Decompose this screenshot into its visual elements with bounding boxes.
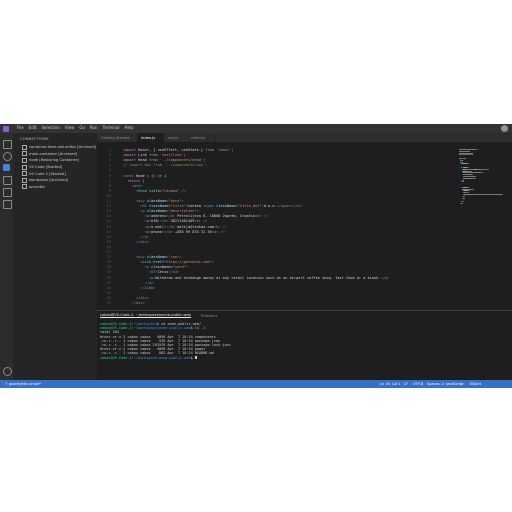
editor-tab[interactable]: rhtml.js [187, 133, 216, 142]
extensions-icon[interactable] [3, 200, 12, 209]
menu-item[interactable]: Edit [29, 125, 37, 130]
menu-item[interactable]: Go [79, 125, 85, 130]
explorer-icon[interactable] [3, 140, 12, 149]
activity-bar [0, 133, 13, 380]
code-text: </div> [123, 300, 145, 306]
menu-item[interactable]: Help [125, 125, 134, 130]
search-icon[interactable] [3, 152, 12, 161]
bottom-panel: cabox@VS-Code-2: ~/workspace/acme-public… [97, 310, 512, 381]
minimap-mark [459, 154, 473, 156]
prompt-user: cabox@VS-Code-2 [100, 355, 132, 360]
ide-window: File Edit Selection View Go Run Terminal Help C… [0, 124, 512, 388]
minimap-mark [481, 172, 483, 174]
user-avatar[interactable] [501, 125, 508, 132]
code-editor[interactable]: 1 import React, { useEffect, useState } f… [97, 147, 459, 308]
menu-item[interactable]: View [65, 125, 75, 130]
tab-terminal[interactable]: cabox@VS-Code-2: ~/workspace/acme-public… [100, 313, 191, 318]
connection-item[interactable]: › node [Restoring Container] [18, 157, 96, 164]
prompt-path: ~/workspace/acme-public-web [133, 326, 191, 331]
line-ending[interactable]: LF [404, 380, 408, 388]
editor-tab[interactable]: Getting Started [97, 133, 138, 142]
tab-problems[interactable]: Problems [201, 314, 218, 318]
container-icon [22, 184, 27, 190]
terminal-cursor [194, 355, 197, 360]
connection-label: VS Code [Started] [29, 165, 63, 170]
indentation[interactable]: Spaces: 2 [427, 380, 444, 388]
container-icon [22, 151, 27, 157]
connection-item[interactable]: › main-container [Archived] [18, 151, 96, 158]
eslint-status[interactable]: ESLint [470, 380, 481, 388]
terminal-output[interactable]: cabox@VS-Code-2:~/workspace$ cd acme-pub… [100, 322, 231, 360]
connections-sidebar: CONNECTIONS › container-from-vsb-editor [… [13, 133, 97, 380]
sidebar-title: CONNECTIONS [20, 137, 49, 141]
editor-tabs: Getting Started index.js red.js rhtml.js [97, 133, 512, 142]
app-logo-icon [3, 125, 9, 132]
connection-label: VS Code 2 [Started] [29, 171, 66, 176]
connection-label: wordpress [Archived] [29, 178, 69, 183]
editor-tab[interactable]: index.js [137, 133, 165, 142]
connection-item[interactable]: › wordpress [Archived] [18, 177, 96, 184]
container-icon [22, 177, 27, 183]
connection-label: container-from-vsb-editor [Archived] [29, 145, 97, 150]
source-control-icon[interactable] [3, 176, 12, 185]
editor-tab[interactable]: red.js [164, 133, 188, 142]
cursor-position[interactable]: Ln 16, Col 1 [380, 380, 401, 388]
connection-item[interactable]: › VS Code [Started] [18, 164, 96, 171]
menu-bar: File Edit Selection View Go Run Terminal Help [0, 124, 512, 133]
container-icon [22, 164, 27, 170]
minimap-mark [474, 177, 476, 179]
menu-item[interactable]: Terminal [103, 125, 120, 130]
minimap-mark [462, 158, 466, 159]
minimap-mark [464, 194, 501, 195]
language-mode[interactable]: JavaScript [446, 380, 464, 388]
status-bar: ↑ goorm/ide-cursor* Ln 16, Col 1 LF UTF-… [0, 380, 512, 388]
menu-item[interactable]: Run [90, 125, 98, 130]
code-token: </ [123, 301, 136, 305]
panel-tabs: cabox@VS-Code-2: ~/workspace/acme-public… [100, 312, 217, 319]
connection-label: node [Restoring Container] [29, 158, 79, 163]
container-icon [22, 144, 27, 150]
remote-status[interactable]: ↑ goorm/ide-cursor* [5, 380, 41, 388]
prompt-path: ~/workspace/acme-public-web [133, 355, 191, 360]
menu-item[interactable]: Selection [41, 125, 59, 130]
connection-item[interactable]: › VS Code 2 [Started] [18, 170, 96, 177]
minimap-mark [468, 163, 470, 165]
remote-connections-icon[interactable] [3, 164, 10, 171]
settings-gear-icon[interactable] [3, 367, 12, 376]
terminal-line: cabox@VS-Code-2:~/workspace/acme-public-… [100, 356, 231, 360]
code-line: 31 </div> [97, 300, 459, 306]
terminal-command: $ ls -l [190, 326, 206, 331]
connection-item[interactable]: › aprnette [18, 184, 96, 191]
line-number: 31 [106, 301, 111, 305]
code-token: > [142, 301, 145, 305]
connection-list: › container-from-vsb-editor [Archived] › ma… [18, 144, 96, 190]
encoding[interactable]: UTF-8 [413, 380, 423, 388]
connection-label: main-container [Archived] [29, 151, 78, 156]
minimap[interactable] [459, 147, 504, 308]
container-icon [22, 157, 27, 163]
connection-label: aprnette [29, 184, 45, 189]
connection-item[interactable]: › container-from-vsb-editor [Archived] [18, 144, 96, 151]
menu-list: File Edit Selection View Go Run Terminal Help [17, 125, 134, 130]
container-icon [22, 171, 27, 177]
menu-item[interactable]: File [17, 125, 24, 130]
debug-icon[interactable] [3, 188, 12, 197]
